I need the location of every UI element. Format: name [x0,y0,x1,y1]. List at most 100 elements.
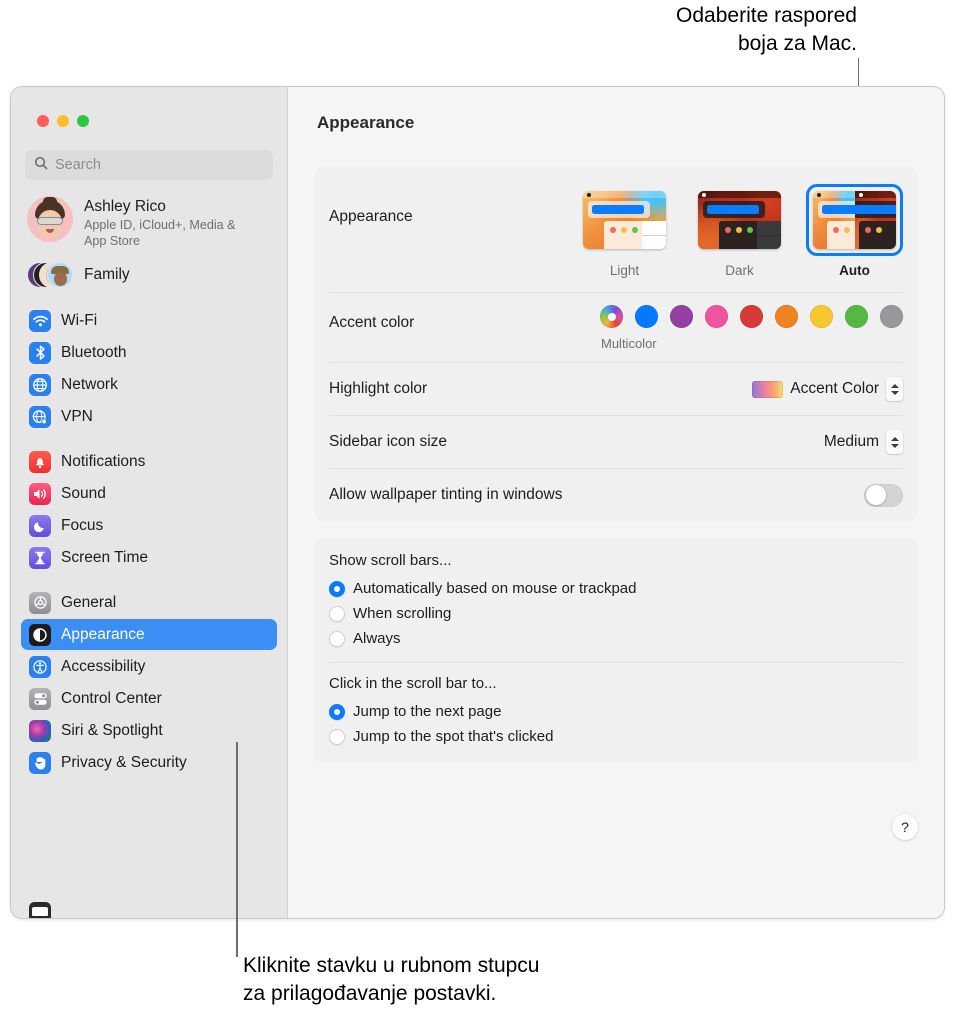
callout-bottom-leader-line [236,742,238,957]
sidebar-item-label: Notifications [61,452,146,470]
scroll-click-option-next-page[interactable]: Jump to the next page [329,699,903,724]
appearance-option-auto[interactable]: Auto [806,184,903,278]
account-subtitle: Apple ID, iCloud+, Media & App Store [84,218,236,248]
radio-button[interactable] [329,728,345,745]
light-theme-thumbnail [583,191,666,249]
accent-swatch-blue[interactable] [635,305,658,328]
scroll-bars-option-always[interactable]: Always [329,626,903,651]
sidebar-item-appearance[interactable]: Appearance [21,619,277,650]
accent-swatch-purple[interactable] [670,305,693,328]
sidebar-item-label: Network [61,375,118,393]
sidebar-item-notifications[interactable]: Notifications [21,446,277,477]
auto-theme-thumbnail [813,191,896,249]
radio-label: Automatically based on mouse or trackpad [353,580,637,597]
sidebar-item-vpn[interactable]: VPN [21,401,277,432]
bluetooth-icon [29,341,51,364]
sidebar-item-label: Sound [61,484,106,502]
sidebar-item-control-center[interactable]: Control Center [21,683,277,714]
wallpaper-tinting-toggle[interactable] [864,483,903,507]
account-name: Ashley Rico [84,198,166,215]
wallpaper-tinting-label: Allow wallpaper tinting in windows [329,486,563,503]
sidebar-item-bluetooth[interactable]: Bluetooth [21,337,277,368]
callout-top-text: Odaberite raspored boja za Mac. [676,4,857,55]
sidebar-item-screen-time[interactable]: Screen Time [21,542,277,573]
scroll-bars-option-when-scrolling[interactable]: When scrolling [329,601,903,626]
dark-theme-thumbnail [698,191,781,249]
search-icon [34,156,48,175]
appearance-settings-card: Appearance Light Dark Auto Accent color … [314,167,918,521]
vpn-icon [29,405,51,428]
sidebar-item-label: General [61,593,117,611]
highlight-color-row: Highlight color Accent Color [329,362,903,415]
appearance-option-dark[interactable]: Dark [691,184,788,278]
sidebar-item-sound[interactable]: Sound [21,478,277,509]
sidebar-item-label: Screen Time [61,548,149,566]
sidebar-item-privacy-security[interactable]: Privacy & Security [21,747,277,778]
accent-swatch-pink[interactable] [705,305,728,328]
radio-label: Always [353,630,401,647]
highlight-color-popup[interactable]: Accent Color [752,377,903,401]
avatar [27,196,73,242]
sidebar-item-label: Control Center [61,689,162,707]
privacy-icon [29,751,51,774]
sidebar-group-preferences: General Appearance Accessibility Control… [21,587,277,778]
scroll-settings-card: Show scroll bars... Automatically based … [314,538,918,763]
accent-swatch-multicolor[interactable] [600,305,623,328]
accent-color-swatches [600,305,903,328]
scroll-bars-option-automatic[interactable]: Automatically based on mouse or trackpad [329,576,903,601]
chevron-updown-icon[interactable] [886,430,903,454]
focus-icon [29,514,51,537]
accessibility-icon [29,655,51,678]
desktop-and-dock-icon-partial[interactable] [29,902,51,918]
highlight-color-swatch [752,380,784,398]
control-center-icon [29,687,51,710]
accent-swatch-red[interactable] [740,305,763,328]
scroll-bar-click-title: Click in the scroll bar to... [329,675,497,692]
sidebar-group-network: Wi-Fi Bluetooth Network VPN [21,305,277,432]
sidebar-item-siri-spotlight[interactable]: Siri & Spotlight [21,715,277,746]
sidebar-item-label: Accessibility [61,657,146,675]
sidebar: Search Ashley Rico Apple ID, iCloud+, Me… [11,87,288,918]
accent-swatch-graphite[interactable] [880,305,903,328]
highlight-color-value: Accent Color [790,380,879,397]
help-button[interactable]: ? [892,814,918,840]
sidebar-item-label: Focus [61,516,104,534]
sidebar-icon-size-label: Sidebar icon size [329,433,448,450]
accent-swatch-green[interactable] [845,305,868,328]
appearance-mode-options: Light Dark Auto [576,184,903,278]
appearance-option-light[interactable]: Light [576,184,673,278]
radio-button[interactable] [329,630,345,647]
chevron-updown-icon[interactable] [886,377,903,401]
sidebar-item-accessibility[interactable]: Accessibility [21,651,277,682]
sidebar-item-label: Wi-Fi [61,311,98,329]
notifications-icon [29,450,51,473]
appearance-mode-row: Appearance Light Dark Auto [329,167,903,292]
scroll-click-option-spot-clicked[interactable]: Jump to the spot that's clicked [329,724,903,749]
accent-selected-label: Multicolor [601,336,657,351]
sidebar-item-network[interactable]: Network [21,369,277,400]
search-field[interactable]: Search [25,150,273,180]
family-row[interactable]: Family [27,259,273,291]
highlight-color-label: Highlight color [329,380,428,397]
sidebar-item-general[interactable]: General [21,587,277,618]
minimize-button[interactable] [57,115,69,127]
sidebar-item-label: VPN [61,407,93,425]
sidebar-item-wi-fi[interactable]: Wi-Fi [21,305,277,336]
account-row[interactable]: Ashley Rico Apple ID, iCloud+, Media & A… [27,196,273,249]
system-settings-window: Search Ashley Rico Apple ID, iCloud+, Me… [10,86,945,919]
radio-label: Jump to the next page [353,703,502,720]
page-title: Appearance [317,113,415,132]
radio-label: Jump to the spot that's clicked [353,728,554,745]
sidebar-icon-size-popup[interactable]: Medium [824,430,903,454]
accent-color-label: Accent color [329,314,415,331]
sidebar-icon-size-value: Medium [823,433,879,450]
accent-swatch-yellow[interactable] [810,305,833,328]
zoom-button[interactable] [77,115,89,127]
radio-button[interactable] [329,703,345,720]
sidebar-item-focus[interactable]: Focus [21,510,277,541]
screenshot-root: Odaberite raspored boja za Mac. Search A… [0,0,955,1024]
radio-button[interactable] [329,605,345,622]
close-button[interactable] [37,115,49,127]
accent-swatch-orange[interactable] [775,305,798,328]
radio-button[interactable] [329,580,345,597]
